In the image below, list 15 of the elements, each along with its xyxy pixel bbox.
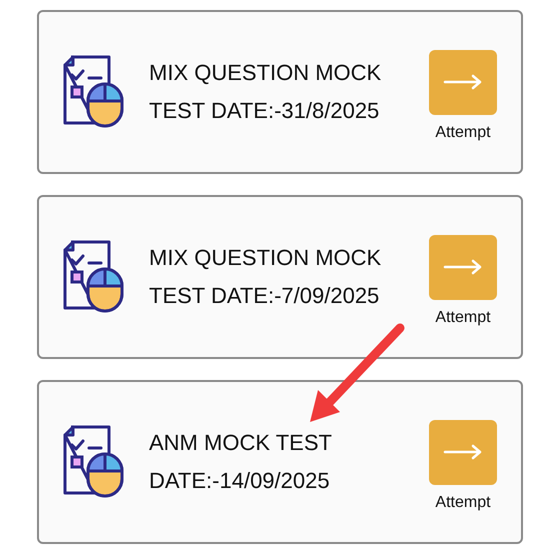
test-title-line: MIX QUESTION MOCK [149, 244, 382, 272]
test-title-line: MIX QUESTION MOCK [149, 59, 382, 87]
arrow-right-icon [443, 74, 483, 90]
test-title-line: ANM MOCK TEST [149, 429, 333, 457]
test-title-line: TEST DATE:-31/8/2025 [149, 97, 380, 125]
attempt-button[interactable] [429, 420, 497, 484]
test-title-line: DATE:-14/09/2025 [149, 467, 331, 495]
test-title-line: TEST DATE:-7/09/2025 [149, 282, 380, 310]
attempt-label: Attempt [435, 492, 491, 512]
arrow-right-icon [443, 444, 483, 460]
attempt-button[interactable] [429, 50, 497, 114]
attempt-label: Attempt [435, 308, 491, 328]
attempt-label: Attempt [435, 122, 491, 142]
attempt-button[interactable] [429, 234, 497, 300]
arrow-right-icon [443, 259, 483, 275]
